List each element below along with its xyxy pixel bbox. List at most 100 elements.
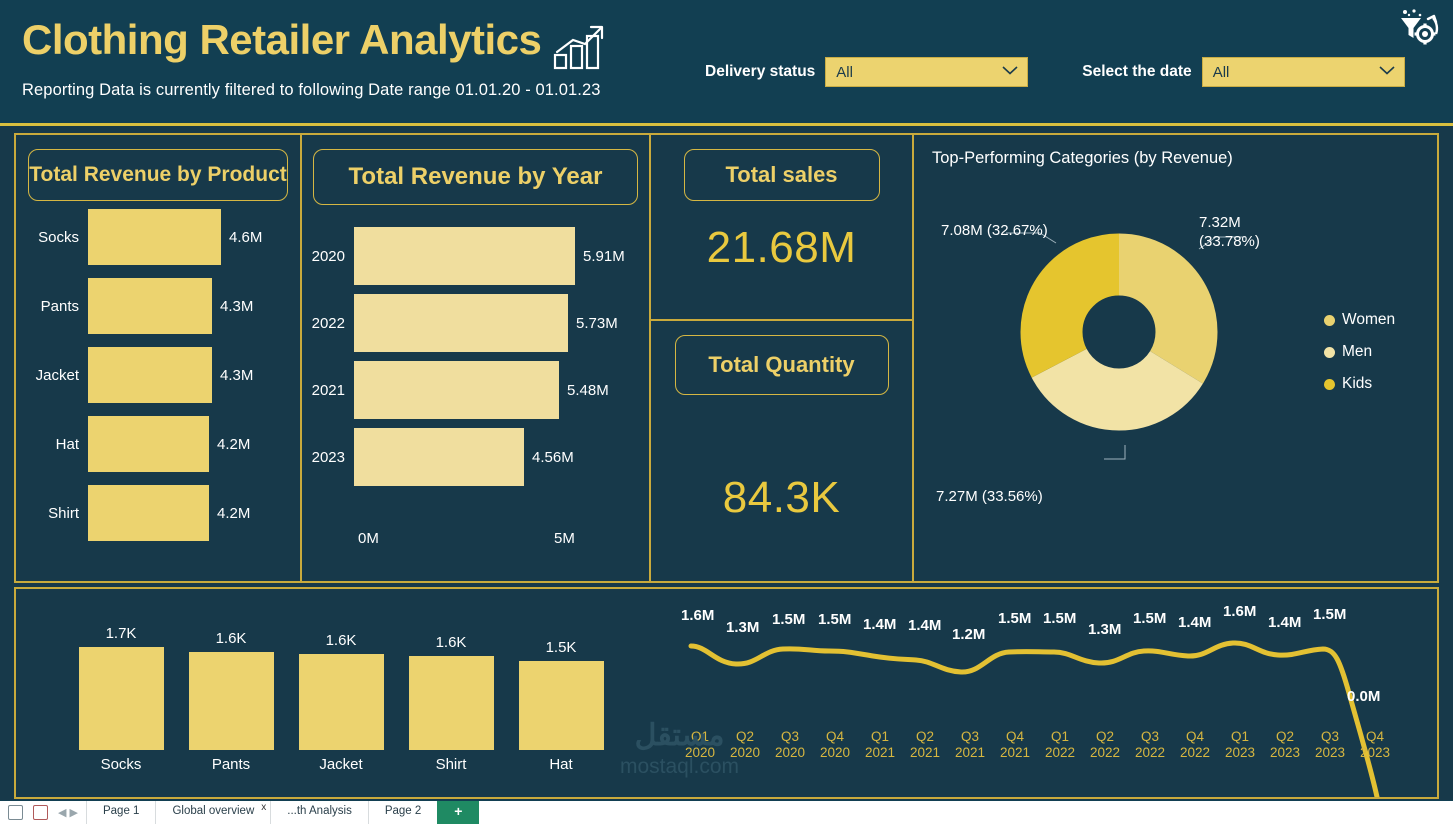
page-layout-icon[interactable]	[33, 805, 48, 820]
point-label: 1.5M	[818, 611, 852, 628]
bar-value-label: 4.2M	[217, 504, 251, 522]
point-label: 1.5M	[1133, 610, 1167, 627]
bottom-visual-row: 1.7K Socks 1.6K Pants 1.6K Jacket 1.6K S…	[14, 587, 1439, 799]
axis-tick: Q4 2022	[1179, 729, 1211, 760]
close-icon[interactable]: x	[261, 802, 266, 813]
bar-fill[interactable]	[88, 416, 209, 472]
tab-bar-icons: ◀ ▶	[0, 801, 86, 824]
legend-item-kids[interactable]: Kids	[1324, 375, 1395, 393]
header-title-block: Clothing Retailer Analytics Reporting Da…	[22, 14, 609, 100]
bar-fill[interactable]	[298, 654, 384, 750]
year-revenue-chart: 2020 5.91M 2022 5.73M 2021 5.48M 2023 4.…	[302, 227, 649, 495]
donut-label-men: 7.27M (33.56%)	[936, 488, 1043, 505]
top-visual-row: Total Revenue by Product Socks 4.6M Pant…	[14, 133, 1439, 583]
legend-label: Men	[1342, 343, 1373, 360]
total-sales-value: 21.68M	[706, 223, 857, 272]
legend-item-women[interactable]: Women	[1324, 311, 1395, 329]
bar-row[interactable]: Pants 4.3M	[16, 278, 300, 334]
point-label: 0.0M	[1347, 688, 1381, 705]
year-axis-ticks: 0M 5M	[358, 530, 628, 547]
add-page-button[interactable]: +	[437, 801, 480, 824]
bar-column[interactable]: 1.6K Jacket	[286, 632, 396, 773]
bar-fill[interactable]	[188, 652, 274, 750]
panel-revenue-trend[interactable]: 1.6M 1.3M 1.5M 1.5M 1.4M 1.4M 1.2M 1.5M …	[671, 589, 1437, 797]
axis-tick: Q1 2021	[864, 729, 896, 760]
filter-subtitle: Reporting Data is currently filtered to …	[22, 81, 601, 99]
page-view-icon[interactable]	[8, 805, 23, 820]
bar-fill[interactable]	[88, 485, 209, 541]
bar-category: Pants	[40, 297, 79, 315]
panel-revenue-by-year: Total Revenue by Year 2020 5.91M 2022 5.…	[302, 135, 649, 581]
bar-category: Socks	[100, 756, 142, 773]
axis-tick: Q2 2020	[729, 729, 761, 760]
quantity-bar-chart: 1.7K Socks 1.6K Pants 1.6K Jacket 1.6K S…	[66, 613, 646, 773]
total-quantity-title: Total Quantity	[674, 335, 889, 395]
delivery-status-select[interactable]: All	[825, 57, 1029, 87]
bar-row[interactable]: 2021 5.48M	[302, 361, 649, 419]
bar-value-label: 4.2M	[217, 435, 251, 453]
bar-category: Jacket	[35, 366, 79, 384]
page-tab-analysis[interactable]: ...th Analysis	[270, 801, 368, 824]
chevron-down-icon	[1378, 63, 1396, 81]
select-date-value: All	[1212, 63, 1230, 81]
bar-fill[interactable]	[408, 656, 494, 750]
page-tab-page-2[interactable]: Page 2	[367, 801, 437, 824]
page-tab-page-1[interactable]: Page 1	[85, 801, 155, 824]
bar-row[interactable]: 2023 4.56M	[302, 428, 649, 486]
select-date-select[interactable]: All	[1201, 57, 1405, 87]
bar-fill[interactable]	[518, 661, 604, 750]
page-tab-label: Global overview	[172, 805, 255, 817]
bar-category: Hat	[55, 435, 79, 453]
donut-label-women: 7.32M (33.78%)	[1199, 214, 1260, 250]
filter-gear-refresh-icon[interactable]	[1395, 8, 1441, 57]
bar-fill[interactable]	[78, 647, 164, 750]
bar-fill[interactable]	[354, 428, 524, 486]
axis-tick: Q3 2020	[774, 729, 806, 760]
bar-row[interactable]: Jacket 4.3M	[16, 347, 300, 403]
dashboard-header: Clothing Retailer Analytics Reporting Da…	[0, 0, 1453, 126]
bar-category: Hat	[549, 756, 573, 773]
chevron-down-icon	[1001, 63, 1019, 81]
axis-tick: Q1 2023	[1224, 729, 1256, 760]
legend-color-dot	[1324, 314, 1335, 326]
point-label: 1.6M	[681, 607, 715, 624]
bar-column[interactable]: 1.6K Pants	[176, 630, 286, 773]
panel-revenue-by-product: Total Revenue by Product Socks 4.6M Pant…	[16, 135, 300, 581]
bar-value-label: 4.56M	[532, 448, 574, 466]
tab-nav-arrows[interactable]: ◀ ▶	[58, 806, 78, 819]
point-label: 1.4M	[1178, 614, 1212, 631]
bar-fill[interactable]	[354, 361, 559, 419]
bar-row[interactable]: 2020 5.91M	[302, 227, 649, 285]
bar-category: 2021	[311, 381, 345, 399]
bar-value-label: 1.6K	[215, 630, 247, 647]
legend-color-dot	[1324, 378, 1335, 390]
axis-tick: Q1 2020	[684, 729, 716, 760]
panel-top-categories: Top-Performing Categories (by Revenue) 7…	[914, 135, 1437, 581]
bar-fill[interactable]	[88, 278, 212, 334]
legend-item-men[interactable]: Men	[1324, 343, 1395, 361]
axis-tick: Q4 2023	[1359, 729, 1391, 760]
bar-category: 2023	[311, 448, 345, 466]
point-label: 1.5M	[1313, 606, 1347, 623]
point-label: 1.4M	[863, 616, 897, 633]
bar-row[interactable]: 2022 5.73M	[302, 294, 649, 352]
bar-column[interactable]: 1.5K Hat	[506, 639, 616, 773]
bar-row[interactable]: Socks 4.6M	[16, 209, 300, 265]
bar-row[interactable]: Shirt 4.2M	[16, 485, 300, 541]
total-quantity-value: 84.3K	[722, 473, 841, 522]
bar-fill[interactable]	[354, 227, 575, 285]
bar-fill[interactable]	[88, 209, 221, 265]
bar-value-label: 1.6K	[325, 632, 357, 649]
bar-category: Shirt	[435, 756, 467, 773]
point-label: 1.5M	[1043, 610, 1077, 627]
bar-column[interactable]: 1.6K Shirt	[396, 634, 506, 773]
axis-tick: Q4 2021	[999, 729, 1031, 760]
page-tab-global-overview[interactable]: Global overview x	[155, 801, 270, 824]
bar-value-label: 1.5K	[545, 639, 577, 656]
bar-row[interactable]: Hat 4.2M	[16, 416, 300, 472]
bar-fill[interactable]	[354, 294, 568, 352]
bar-category: Shirt	[48, 504, 79, 522]
bar-column[interactable]: 1.7K Socks	[66, 625, 176, 773]
bar-fill[interactable]	[88, 347, 212, 403]
axis-tick: Q3 2021	[954, 729, 986, 760]
